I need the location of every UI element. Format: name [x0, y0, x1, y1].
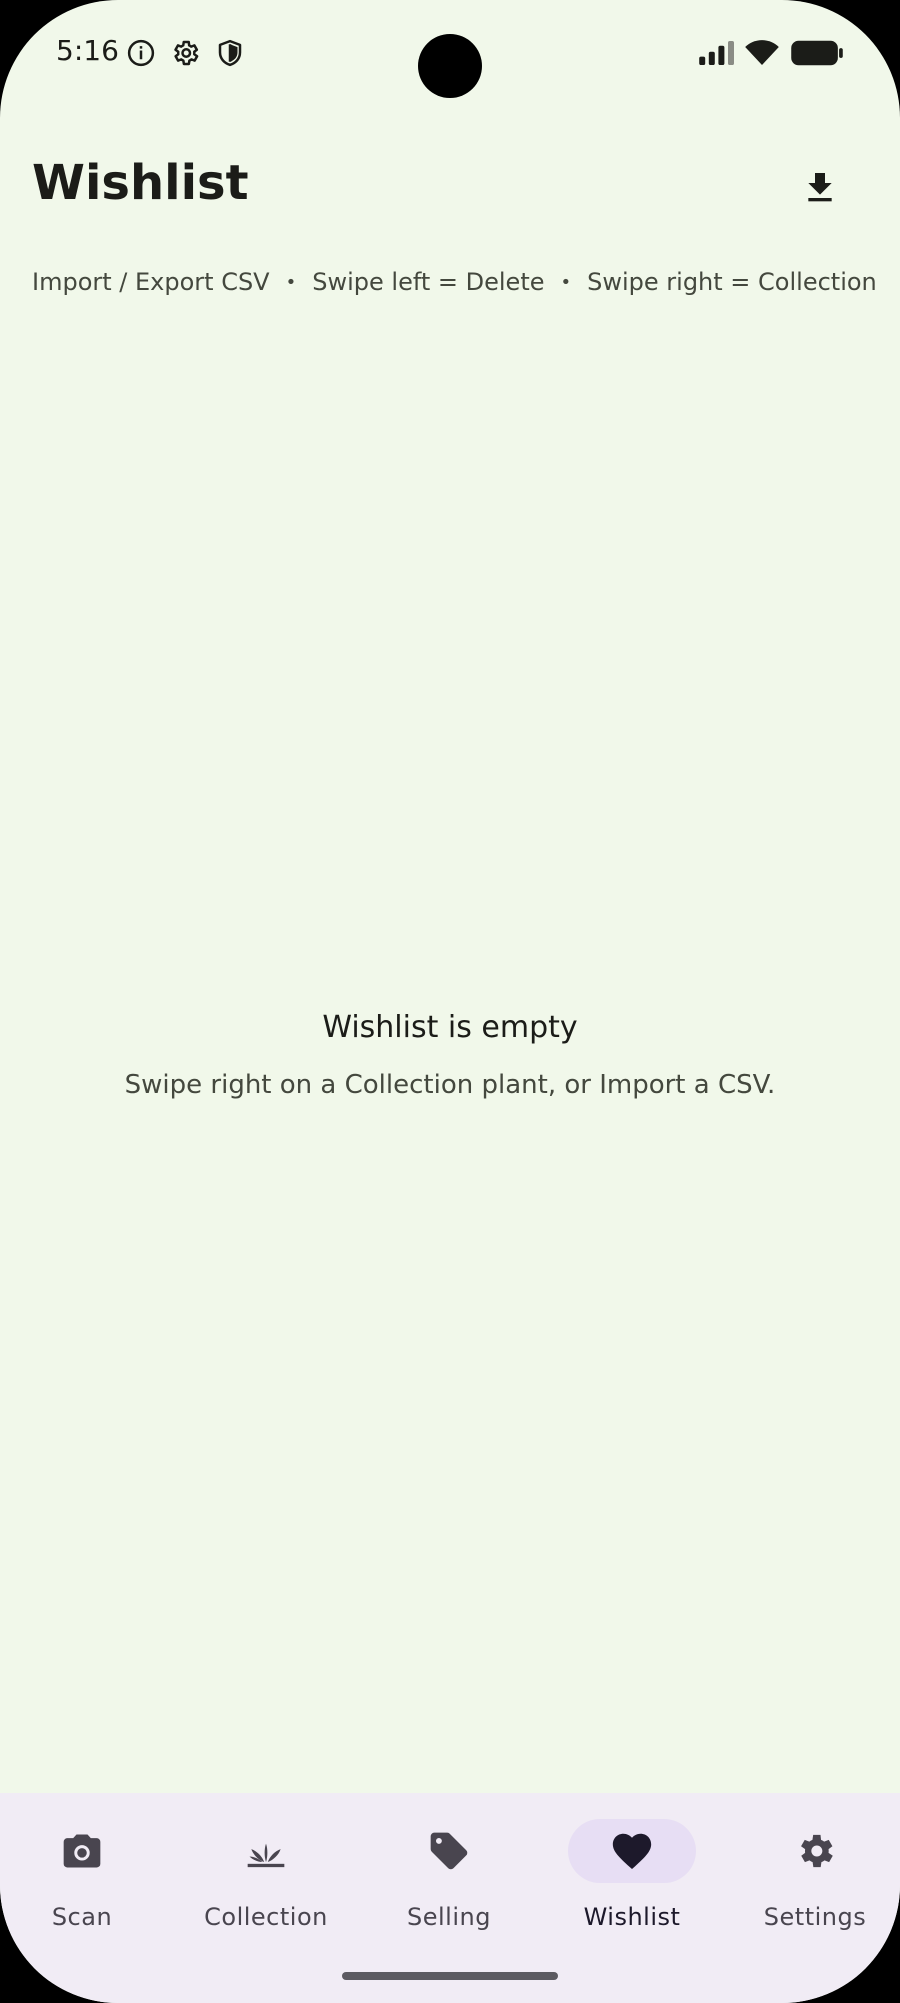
tag-icon	[430, 1832, 468, 1870]
nav-item-settings[interactable]: Settings	[725, 1793, 900, 1943]
download-icon	[808, 173, 832, 202]
nav-item-scan[interactable]: Scan	[0, 1793, 172, 1943]
empty-state-title: Wishlist is empty	[322, 1010, 578, 1045]
shield-icon	[218, 39, 242, 67]
hint-import-export: Import / Export CSV	[32, 268, 270, 296]
hint-separator: •	[285, 271, 297, 293]
hint-swipe-right: Swipe right = Collection	[587, 268, 877, 296]
wifi-icon	[745, 40, 779, 65]
nav-item-wishlist[interactable]: Wishlist	[542, 1793, 722, 1943]
battery-icon	[791, 40, 843, 66]
info-icon	[127, 39, 155, 67]
nav-item-selling[interactable]: Selling	[359, 1793, 539, 1943]
app-screen: 5:16 Wishlist Import / Export CSV • Swip…	[0, 0, 900, 2003]
plant-icon	[247, 1843, 285, 1868]
nav-label-collection: Collection	[204, 1903, 328, 1931]
hint-bar: Import / Export CSV • Swipe left = Delet…	[32, 268, 877, 296]
signal-icon	[699, 41, 734, 65]
hint-swipe-left: Swipe left = Delete	[312, 268, 545, 296]
camera-cutout	[418, 34, 482, 98]
status-bar: 5:16	[0, 0, 900, 110]
nav-item-collection[interactable]: Collection	[176, 1793, 356, 1943]
home-indicator[interactable]	[342, 1972, 558, 1980]
empty-state-subtitle: Swipe right on a Collection plant, or Im…	[124, 1070, 776, 1100]
nav-label-selling: Selling	[407, 1903, 491, 1931]
status-time: 5:16	[56, 34, 119, 67]
download-button[interactable]	[790, 158, 850, 218]
heart-icon	[612, 1833, 652, 1870]
page-title: Wishlist	[32, 155, 249, 211]
camera-icon	[63, 1834, 101, 1868]
gear-icon	[174, 40, 199, 66]
nav-label-scan: Scan	[51, 1903, 113, 1931]
nav-label-wishlist: Wishlist	[583, 1903, 681, 1931]
hint-separator: •	[560, 271, 572, 293]
bottom-navigation: Scan Collection Selling Wishlist Setting…	[0, 1793, 900, 2003]
gear-icon	[801, 1834, 833, 1868]
nav-label-settings: Settings	[763, 1903, 867, 1931]
